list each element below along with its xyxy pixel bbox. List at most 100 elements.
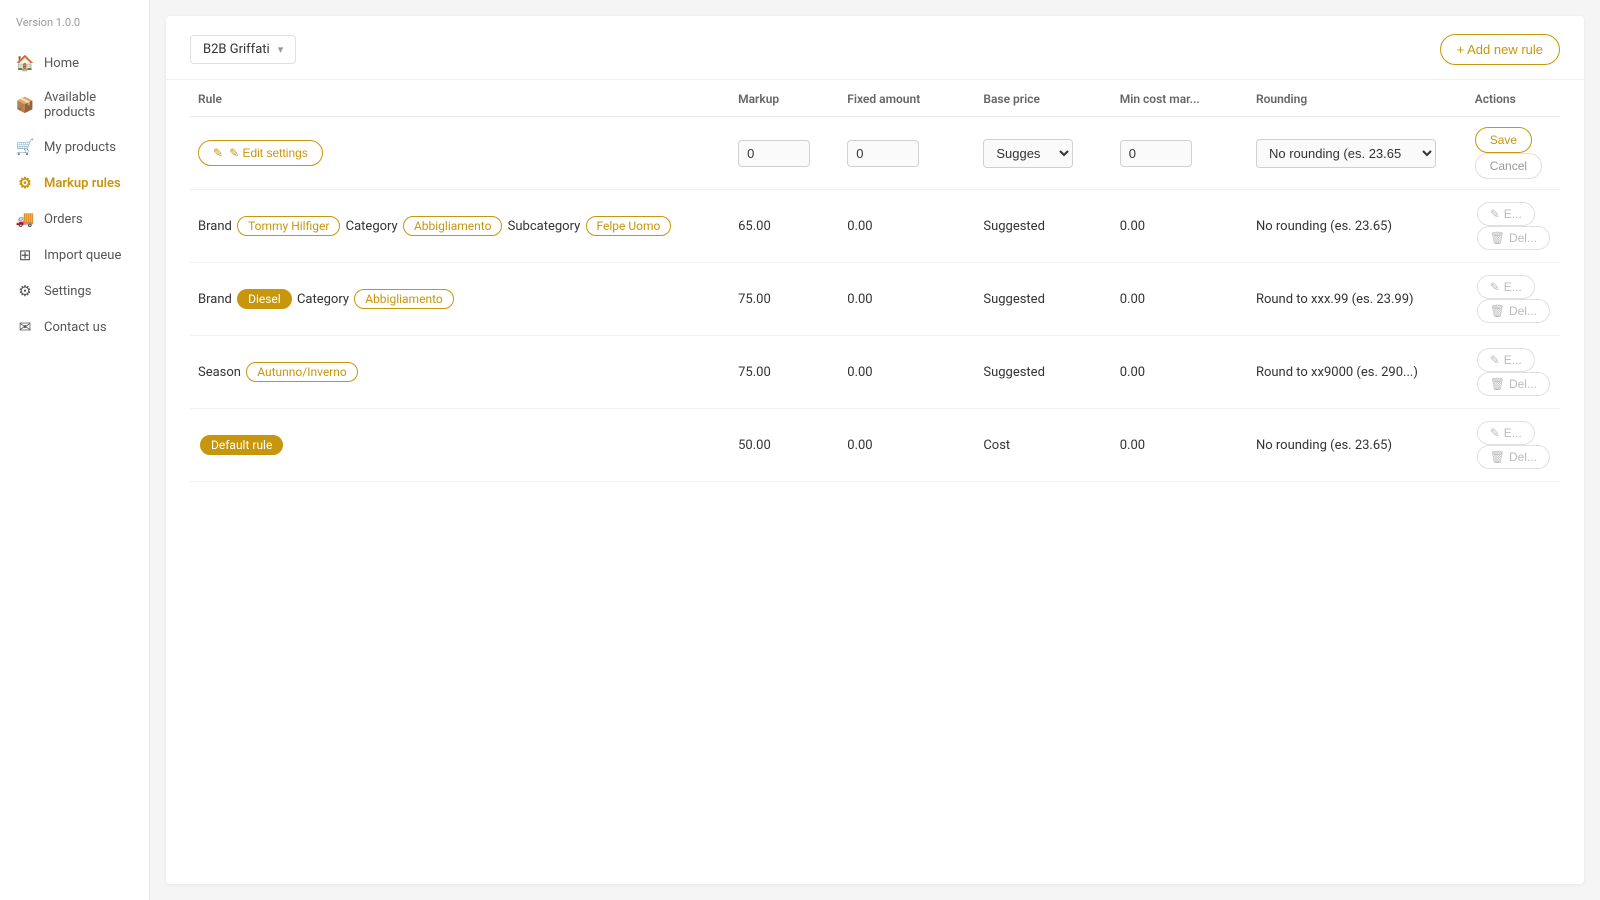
col-header-markup: Markup xyxy=(730,80,839,117)
row-2-delete-button[interactable]: 🗑 Del... xyxy=(1477,299,1550,323)
edit-icon: ✎ xyxy=(213,146,223,160)
row-1-base-price: Suggested xyxy=(975,190,1111,263)
row-4-rounding: No rounding (es. 23.65) xyxy=(1248,409,1467,482)
rounding-select[interactable]: No rounding (es. 23.65 Round to xxx.99 (… xyxy=(1256,139,1436,168)
topbar: B2B Griffati ▾ + Add new rule xyxy=(166,16,1584,80)
edit-row-rule-cell: ✎ ✎ Edit settings xyxy=(190,117,730,190)
save-button[interactable]: Save xyxy=(1475,127,1532,153)
sidebar-item-contact-us[interactable]: ✉ Contact us xyxy=(0,309,149,345)
sidebar-item-my-products[interactable]: 🛒 My products xyxy=(0,129,149,165)
col-header-fixed-amount: Fixed amount xyxy=(839,80,975,117)
trash-icon: 🗑 xyxy=(1490,450,1505,464)
orders-icon: 🚚 xyxy=(16,210,34,228)
row-4-rule-cell: Default rule xyxy=(190,409,730,482)
row-2-rule-type: Brand xyxy=(198,292,235,307)
col-header-rule: Rule xyxy=(190,80,730,117)
chevron-down-icon: ▾ xyxy=(278,43,284,56)
row-1-rule-type: Brand xyxy=(198,219,235,234)
row-4-fixed-amount: 0.00 xyxy=(839,409,975,482)
markup-input[interactable] xyxy=(738,140,810,167)
row-3-edit-label: E... xyxy=(1504,353,1522,367)
row-3-season-tag: Autunno/Inverno xyxy=(246,362,358,382)
row-4-base-price: Cost xyxy=(975,409,1111,482)
row-1-subcategory-label: Subcategory xyxy=(508,219,584,234)
add-new-rule-button[interactable]: + Add new rule xyxy=(1440,34,1560,65)
trash-icon: 🗑 xyxy=(1490,377,1505,391)
edit-settings-button[interactable]: ✎ ✎ Edit settings xyxy=(198,140,323,166)
sidebar-item-available-products[interactable]: 📦 Available products xyxy=(0,81,149,129)
row-1-rounding: No rounding (es. 23.65) xyxy=(1248,190,1467,263)
row-3-delete-button[interactable]: 🗑 Del... xyxy=(1477,372,1550,396)
edit-icon: ✎ xyxy=(1490,353,1500,367)
row-1-edit-label: E... xyxy=(1504,207,1522,221)
row-3-markup: 75.00 xyxy=(730,336,839,409)
home-icon: 🏠 xyxy=(16,54,34,72)
row-1-subcategory-tag: Felpe Uomo xyxy=(586,216,672,236)
row-1-brand-tag: Tommy Hilfiger xyxy=(237,216,340,236)
edit-row-rounding-cell: No rounding (es. 23.65 Round to xxx.99 (… xyxy=(1248,117,1467,190)
sidebar-item-home[interactable]: 🏠 Home xyxy=(0,45,149,81)
edit-row-markup-cell xyxy=(730,117,839,190)
rules-table: Rule Markup Fixed amount Base price Min … xyxy=(190,80,1560,482)
row-1-edit-button[interactable]: ✎ E... xyxy=(1477,202,1535,226)
row-4-default-tag: Default rule xyxy=(200,435,283,455)
row-1-delete-label: Del... xyxy=(1509,231,1537,245)
sidebar-item-import-queue[interactable]: ⊞ Import queue xyxy=(0,237,149,273)
edit-icon: ✎ xyxy=(1490,426,1500,440)
sidebar: Version 1.0.0 🏠 Home 📦 Available product… xyxy=(0,0,150,900)
row-3-base-price: Suggested xyxy=(975,336,1111,409)
edit-row-mincost-cell xyxy=(1112,117,1248,190)
edit-row-base-price-cell: Sugges Cost xyxy=(975,117,1111,190)
row-2-markup: 75.00 xyxy=(730,263,839,336)
col-header-actions: Actions xyxy=(1467,80,1560,117)
settings-icon: ⚙ xyxy=(16,282,34,300)
row-1-min-cost: 0.00 xyxy=(1112,190,1248,263)
row-4-markup: 50.00 xyxy=(730,409,839,482)
row-2-fixed-amount: 0.00 xyxy=(839,263,975,336)
row-2-rule-cell: Brand Diesel Category Abbigliamento xyxy=(190,263,730,336)
row-3-rule-type: Season xyxy=(198,365,244,380)
row-3-delete-label: Del... xyxy=(1509,377,1537,391)
row-1-markup: 65.00 xyxy=(730,190,839,263)
row-3-rule-cell: Season Autunno/Inverno xyxy=(190,336,730,409)
min-cost-input[interactable] xyxy=(1120,140,1192,167)
sidebar-item-orders[interactable]: 🚚 Orders xyxy=(0,201,149,237)
sidebar-item-my-products-label: My products xyxy=(44,140,116,155)
table-row: Brand Diesel Category Abbigliamento 75.0… xyxy=(190,263,1560,336)
base-price-select[interactable]: Sugges Cost xyxy=(983,139,1073,168)
version-label: Version 1.0.0 xyxy=(0,16,149,45)
row-2-min-cost: 0.00 xyxy=(1112,263,1248,336)
fixed-amount-input[interactable] xyxy=(847,140,919,167)
row-4-edit-button[interactable]: ✎ E... xyxy=(1477,421,1535,445)
row-3-fixed-amount: 0.00 xyxy=(839,336,975,409)
col-header-base-price: Base price xyxy=(975,80,1111,117)
row-3-actions: ✎ E... 🗑 Del... xyxy=(1467,336,1560,409)
contact-us-icon: ✉ xyxy=(16,318,34,336)
store-selector[interactable]: B2B Griffati ▾ xyxy=(190,35,296,64)
row-4-delete-button[interactable]: 🗑 Del... xyxy=(1477,445,1550,469)
main-content: B2B Griffati ▾ + Add new rule Rule Marku… xyxy=(166,16,1584,884)
row-2-brand-tag: Diesel xyxy=(237,289,292,309)
available-products-icon: 📦 xyxy=(16,96,34,114)
col-header-rounding: Rounding xyxy=(1248,80,1467,117)
table-header-row: Rule Markup Fixed amount Base price Min … xyxy=(190,80,1560,117)
row-2-actions: ✎ E... 🗑 Del... xyxy=(1467,263,1560,336)
row-3-edit-button[interactable]: ✎ E... xyxy=(1477,348,1535,372)
sidebar-item-settings[interactable]: ⚙ Settings xyxy=(0,273,149,309)
trash-icon: 🗑 xyxy=(1490,231,1505,245)
table-row: Brand Tommy Hilfiger Category Abbigliame… xyxy=(190,190,1560,263)
row-2-category-tag: Abbigliamento xyxy=(354,289,454,309)
sidebar-item-markup-rules[interactable]: ⚙ Markup rules xyxy=(0,165,149,201)
row-1-delete-button[interactable]: 🗑 Del... xyxy=(1477,226,1550,250)
edit-icon: ✎ xyxy=(1490,280,1500,294)
row-1-actions: ✎ E... 🗑 Del... xyxy=(1467,190,1560,263)
row-1-fixed-amount: 0.00 xyxy=(839,190,975,263)
row-2-edit-button[interactable]: ✎ E... xyxy=(1477,275,1535,299)
edit-settings-label: ✎ Edit settings xyxy=(229,146,308,160)
row-1-category-tag: Abbigliamento xyxy=(403,216,503,236)
markup-rules-icon: ⚙ xyxy=(16,174,34,192)
row-2-delete-label: Del... xyxy=(1509,304,1537,318)
cancel-button[interactable]: Cancel xyxy=(1475,153,1542,179)
col-header-min-cost: Min cost mar... xyxy=(1112,80,1248,117)
sidebar-item-markup-rules-label: Markup rules xyxy=(44,176,121,191)
